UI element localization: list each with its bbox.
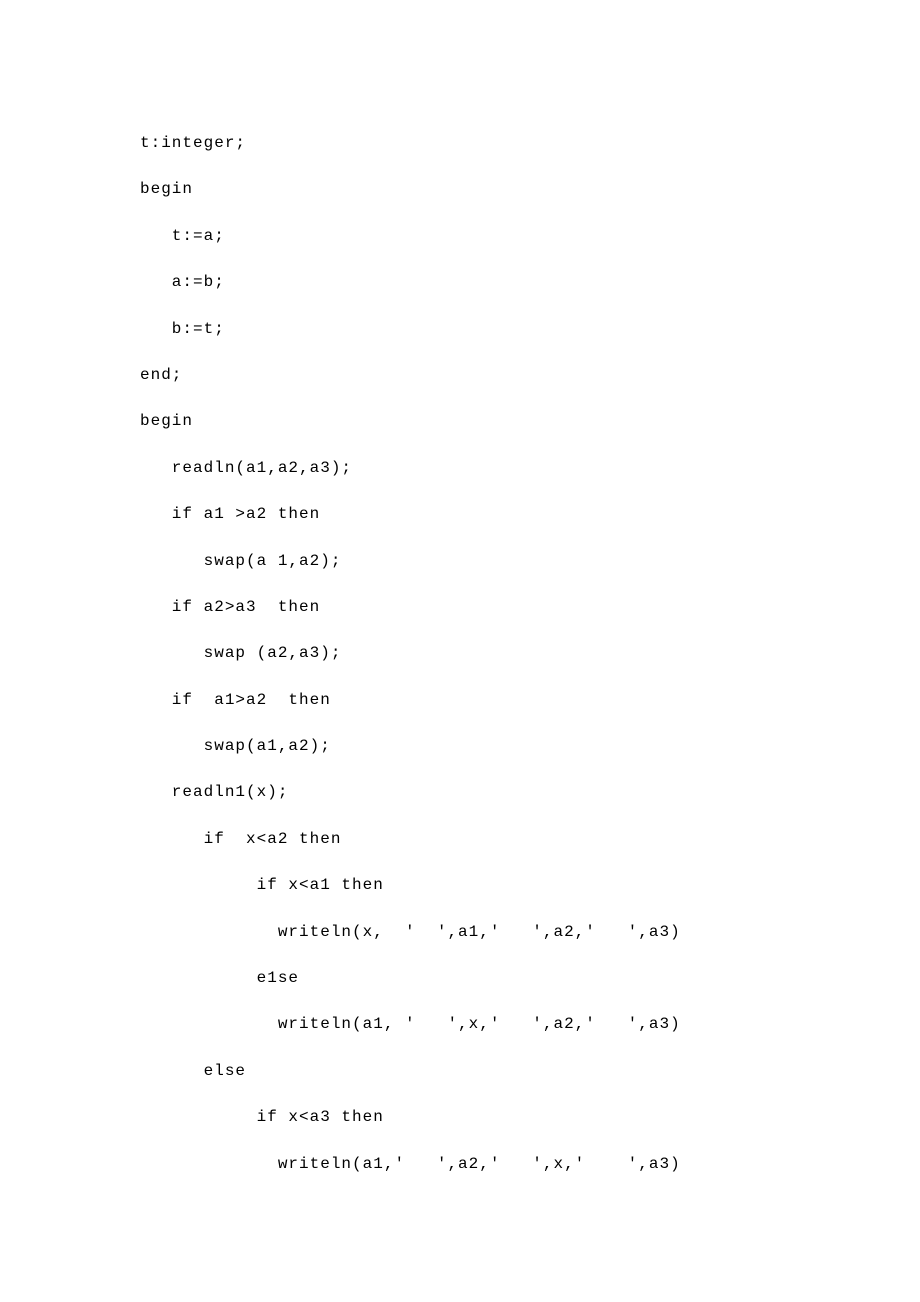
code-line: end; <box>140 352 920 398</box>
code-line: begin <box>140 398 920 444</box>
code-line: writeln(x, ' ',a1,' ',a2,' ',a3) <box>140 909 920 955</box>
code-line: if x<a3 then <box>140 1094 920 1140</box>
code-line: else <box>140 1048 920 1094</box>
code-line: swap (a2,a3); <box>140 630 920 676</box>
code-line: readln1(x); <box>140 769 920 815</box>
code-line: begin <box>140 166 920 212</box>
code-line: if x<a2 then <box>140 816 920 862</box>
code-line: writeln(a1,' ',a2,' ',x,' ',a3) <box>140 1141 920 1187</box>
code-line: a:=b; <box>140 259 920 305</box>
code-line: t:=a; <box>140 213 920 259</box>
code-line: if a1>a2 then <box>140 677 920 723</box>
code-line: if x<a1 then <box>140 862 920 908</box>
code-line: swap(a 1,a2); <box>140 538 920 584</box>
code-line: writeln(a1, ' ',x,' ',a2,' ',a3) <box>140 1001 920 1047</box>
code-line: b:=t; <box>140 306 920 352</box>
code-line: readln(a1,a2,a3); <box>140 445 920 491</box>
code-line: swap(a1,a2); <box>140 723 920 769</box>
code-line: if a2>a3 then <box>140 584 920 630</box>
code-line: t:integer; <box>140 120 920 166</box>
code-line: if a1 >a2 then <box>140 491 920 537</box>
code-document: t:integer; begin t:=a; a:=b; b:=t; end; … <box>0 0 920 1187</box>
code-line: e1se <box>140 955 920 1001</box>
